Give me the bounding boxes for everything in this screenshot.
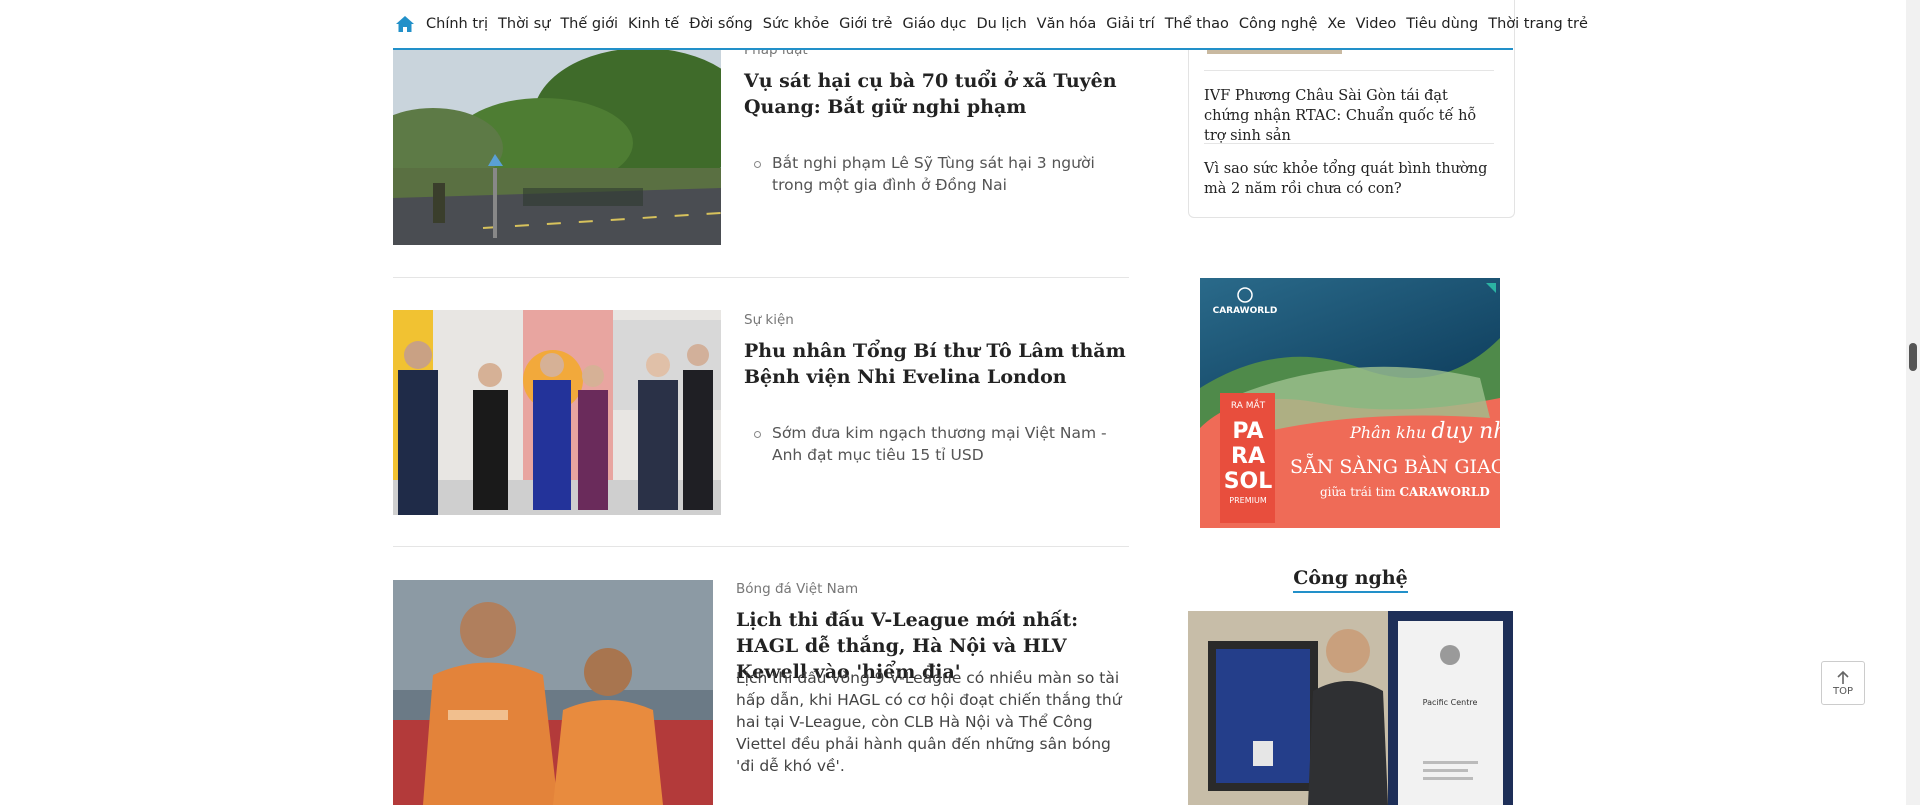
ad-product-line: PA xyxy=(1232,419,1263,444)
sidebar-news-link[interactable]: IVF Phương Châu Sài Gòn tái đạt chứng nh… xyxy=(1204,86,1494,146)
nav-item[interactable]: Giới trẻ xyxy=(839,16,892,32)
nav-item[interactable]: Công nghệ xyxy=(1239,16,1318,32)
ad-tagline-script: duy nhất xyxy=(1431,418,1500,444)
article-item: Bóng đá Việt Nam Lịch thi đấu V-League m… xyxy=(393,547,1129,805)
article-thumbnail[interactable] xyxy=(393,310,721,515)
tech-card-place: Pacific Centre xyxy=(1423,698,1478,707)
technology-article-image[interactable]: Pacific Centre xyxy=(1188,611,1513,805)
nav-item[interactable]: Chính trị xyxy=(426,16,488,32)
sidebar-news-link[interactable]: Vì sao sức khỏe tổng quát bình thường mà… xyxy=(1204,159,1494,199)
page-scrollbar[interactable] xyxy=(1906,0,1920,805)
advertisement-banner[interactable]: Phân khu duy nhất SẴN SÀNG BÀN GIAO giữa… xyxy=(1200,278,1500,528)
article-summary: Lịch thi đấu vòng 9 V-League có nhiều mà… xyxy=(736,669,1122,775)
nav-item[interactable]: Thể thao xyxy=(1165,16,1229,32)
scrollbar-thumb[interactable] xyxy=(1909,343,1917,371)
article-thumbnail[interactable] xyxy=(393,580,713,805)
nav-item[interactable]: Đời sống xyxy=(689,16,753,32)
section-title-technology[interactable]: Công nghệ xyxy=(1188,567,1513,593)
article-category[interactable]: Bóng đá Việt Nam xyxy=(736,581,858,597)
nav-item[interactable]: Du lịch xyxy=(976,16,1026,32)
nav-item[interactable]: Xe xyxy=(1327,16,1345,32)
ad-product-line: SOL xyxy=(1224,469,1273,494)
ad-headline: SẴN SÀNG BÀN GIAO xyxy=(1290,453,1500,478)
nav-item[interactable]: Tiêu dùng xyxy=(1406,16,1478,32)
home-icon[interactable] xyxy=(395,13,415,35)
ad-product-sub: PREMIUM xyxy=(1229,496,1267,505)
related-article-link[interactable]: Bắt nghi phạm Lê Sỹ Tùng sát hại 3 người… xyxy=(744,152,1117,196)
arrow-up-icon xyxy=(1837,670,1849,684)
nav-item[interactable]: Giáo dục xyxy=(902,16,966,32)
article-thumbnail[interactable] xyxy=(393,48,721,245)
nav-item[interactable]: Thế giới xyxy=(560,16,618,32)
nav-item[interactable]: Thời sự xyxy=(498,16,550,32)
back-to-top-label: TOP xyxy=(1832,685,1853,697)
nav-item[interactable]: Giải trí xyxy=(1106,16,1154,32)
divider xyxy=(1204,143,1494,144)
article-title[interactable]: Vụ sát hại cụ bà 70 tuổi ở xã Tuyên Quan… xyxy=(744,68,1129,120)
divider xyxy=(1204,70,1494,71)
article-list: Pháp luật Vụ sát hại cụ bà 70 tuổi ở xã … xyxy=(393,0,1129,805)
nav-item[interactable]: Kinh tế xyxy=(628,16,679,32)
ad-brand-logo: CARAWORLD xyxy=(1213,306,1278,316)
nav-item[interactable]: Video xyxy=(1356,16,1397,32)
related-article-link[interactable]: Sớm đưa kim ngạch thương mại Việt Nam - … xyxy=(744,422,1117,466)
nav-item[interactable]: Thời trang trẻ xyxy=(1488,16,1588,32)
top-navigation: Chính trị Thời sự Thế giới Kinh tế Đời sống S… xyxy=(393,0,1588,50)
article-title[interactable]: Phu nhân Tổng Bí thư Tô Lâm thăm Bệnh vi… xyxy=(744,338,1129,390)
svg-text:giữa trái tim CARAWORLD: giữa trái tim CARAWORLD xyxy=(1320,485,1490,499)
section-title-label[interactable]: Công nghệ xyxy=(1293,567,1408,593)
back-to-top-button[interactable]: TOP xyxy=(1821,661,1865,705)
ad-tagline: Phân khu xyxy=(1349,423,1426,442)
nav-item[interactable]: Văn hóa xyxy=(1037,16,1097,32)
ad-product-line: RA xyxy=(1231,444,1265,469)
nav-item[interactable]: Sức khỏe xyxy=(763,16,829,32)
ad-subline: giữa trái tim xyxy=(1320,485,1396,499)
ad-subline-brand: CARAWORLD xyxy=(1399,485,1489,499)
article-category[interactable]: Sự kiện xyxy=(744,312,794,328)
article-item: Sự kiện Phu nhân Tổng Bí thư Tô Lâm thăm… xyxy=(393,278,1129,546)
